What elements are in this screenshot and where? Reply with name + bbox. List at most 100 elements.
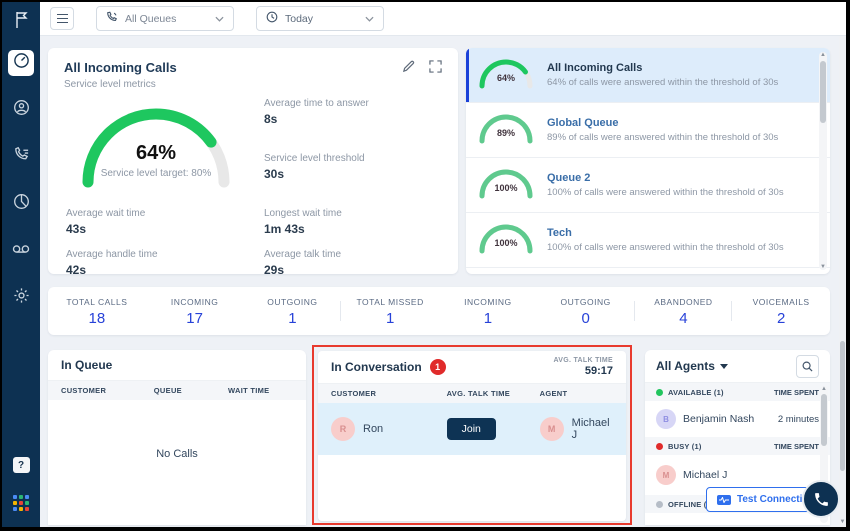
metric-service-level-threshold: Service level threshold 30s: [264, 153, 442, 195]
stat-voicemails: VOICEMAILS2: [732, 295, 830, 327]
queue-list-item[interactable]: 64% All Incoming Calls 64% of calls were…: [466, 48, 830, 103]
queue-name: All Incoming Calls: [547, 62, 778, 74]
queue-filter-select[interactable]: All Queues: [96, 6, 234, 31]
sidebar-item-dashboard[interactable]: [8, 50, 34, 76]
available-section-header: AVAILABLE (1) TIME SPENT: [645, 383, 830, 401]
card-title: All Incoming Calls: [64, 60, 177, 75]
join-button[interactable]: Join: [447, 418, 496, 440]
chevron-down-icon: [215, 16, 224, 22]
flag-logo-icon: [2, 2, 40, 38]
in-queue-panel: In Queue CUSTOMER QUEUE WAIT TIME No Cal…: [48, 350, 306, 525]
queue-desc: 89% of calls were answered within the th…: [547, 132, 778, 143]
stat-missed-incoming: INCOMING1: [439, 295, 537, 327]
agent-name: Michael J: [572, 417, 613, 441]
queue-filter-value: All Queues: [125, 13, 208, 25]
stats-strip: TOTAL CALLS18 INCOMING17 OUTGOING1 TOTAL…: [48, 287, 830, 335]
scrollbar-thumb[interactable]: [840, 341, 845, 471]
apps-grid-icon[interactable]: [13, 495, 29, 511]
no-calls-message: No Calls: [48, 448, 306, 460]
avg-talk-time-label: AVG. TALK TIME: [553, 357, 613, 364]
agent-row-benjamin[interactable]: B Benjamin Nash 2 minutes: [645, 401, 830, 437]
agent-avatar: M: [656, 465, 676, 485]
queue-desc: 100% of calls were answered within the t…: [547, 187, 784, 198]
dialer-fab-button[interactable]: [802, 480, 840, 518]
in-conversation-column-headers: CUSTOMER AVG. TALK TIME AGENT: [318, 384, 626, 403]
expand-icon[interactable]: [429, 60, 442, 73]
gauge-target-label: Service level target: 80%: [76, 168, 236, 179]
sidebar-item-calls[interactable]: [8, 144, 34, 170]
call-queues-icon: [13, 146, 30, 168]
queue-gauge: 100%: [477, 221, 535, 259]
sidebar-item-voicemail[interactable]: [8, 238, 34, 264]
stat-missed-outgoing: OUTGOING0: [537, 295, 635, 327]
date-filter-select[interactable]: Today: [256, 6, 384, 31]
scrollbar-thumb[interactable]: [820, 61, 826, 123]
stat-total-missed: TOTAL MISSED1: [341, 295, 439, 327]
gauge-value: 64%: [76, 142, 236, 165]
date-filter-value: Today: [285, 13, 358, 25]
sidebar: ?: [2, 2, 40, 527]
connection-test-icon: [717, 495, 731, 505]
queue-desc: 64% of calls were answered within the th…: [547, 77, 778, 88]
card-subtitle: Service level metrics: [64, 79, 177, 90]
agent-name: Benjamin Nash: [683, 413, 778, 425]
metric-avg-time-to-answer: Average time to answer 8s: [264, 98, 442, 140]
agent-avatar: M: [540, 417, 564, 441]
metric-avg-handle-time: Average handle time 42s: [66, 249, 264, 277]
conversation-row: R Ron Join M Michael J: [318, 403, 626, 455]
content: All Incoming Calls Service level metrics: [40, 36, 846, 527]
page-scrollbar[interactable]: ▼: [839, 36, 846, 527]
edit-pencil-icon[interactable]: [402, 60, 415, 73]
queue-desc: 100% of calls were answered within the t…: [547, 242, 784, 253]
dashboard-gauge-icon: [13, 52, 30, 74]
topbar: All Queues Today: [40, 2, 846, 36]
stat-outgoing: OUTGOING1: [244, 295, 342, 327]
customer-avatar: R: [331, 417, 355, 441]
offline-status-dot: [656, 501, 663, 508]
app: ? All Queues: [2, 2, 846, 527]
queue-list-scrollbar[interactable]: ▲ ▼: [819, 52, 827, 270]
in-conversation-panel: In Conversation 1 AVG. TALK TIME 59:17 C…: [318, 351, 626, 521]
sidebar-item-agents[interactable]: [8, 97, 34, 123]
metric-avg-talk-time: Average talk time 29s: [264, 249, 442, 277]
avg-talk-time-value: 59:17: [553, 365, 613, 377]
sidebar-item-settings[interactable]: [8, 285, 34, 311]
queue-phone-icon: [106, 11, 118, 26]
agent-avatar: B: [656, 409, 676, 429]
agent-search-button[interactable]: [796, 355, 819, 378]
stat-incoming: INCOMING17: [146, 295, 244, 327]
chevron-down-icon: [365, 16, 374, 22]
queue-list-item[interactable]: 89% Global Queue 89% of calls were answe…: [466, 103, 830, 158]
in-conversation-title: In Conversation: [331, 360, 422, 374]
hamburger-menu-button[interactable]: [50, 7, 74, 30]
scrollbar-thumb[interactable]: [821, 394, 827, 446]
metric-avg-wait-time: Average wait time 43s: [66, 208, 264, 236]
queue-gauge: 100%: [477, 166, 535, 204]
window-frame: ? All Queues: [0, 0, 850, 531]
in-queue-title: In Queue: [61, 358, 112, 372]
agents-icon: [13, 99, 30, 121]
queue-gauge: 64%: [477, 56, 535, 94]
phone-icon: [813, 491, 830, 508]
sidebar-item-reports[interactable]: [8, 191, 34, 217]
available-status-dot: [656, 389, 663, 396]
in-queue-column-headers: CUSTOMER QUEUE WAIT TIME: [48, 381, 306, 400]
busy-section-header: BUSY (1) TIME SPENT: [645, 437, 830, 455]
queue-list-card: 64% All Incoming Calls 64% of calls were…: [466, 48, 830, 274]
stat-total-calls: TOTAL CALLS18: [48, 295, 146, 327]
settings-gear-icon: [13, 287, 30, 309]
agent-time-spent: 2 minutes: [778, 414, 819, 425]
queue-name: Tech: [547, 227, 784, 239]
main-column: All Queues Today: [40, 2, 846, 527]
customer-name: Ron: [363, 423, 383, 435]
queue-list-item[interactable]: 100% Tech 100% of calls were answered wi…: [466, 213, 830, 268]
queue-name: Queue 2: [547, 172, 784, 184]
all-agents-dropdown[interactable]: All Agents: [656, 359, 728, 373]
help-icon[interactable]: ?: [13, 457, 30, 473]
metric-longest-wait-time: Longest wait time 1m 43s: [264, 208, 442, 236]
sidebar-nav: [8, 50, 34, 457]
clock-icon: [266, 11, 278, 26]
queue-name: Global Queue: [547, 117, 778, 129]
queue-list-item[interactable]: 100% Queue 2 100% of calls were answered…: [466, 158, 830, 213]
red-annotation-box: In Conversation 1 AVG. TALK TIME 59:17 C…: [312, 345, 632, 525]
